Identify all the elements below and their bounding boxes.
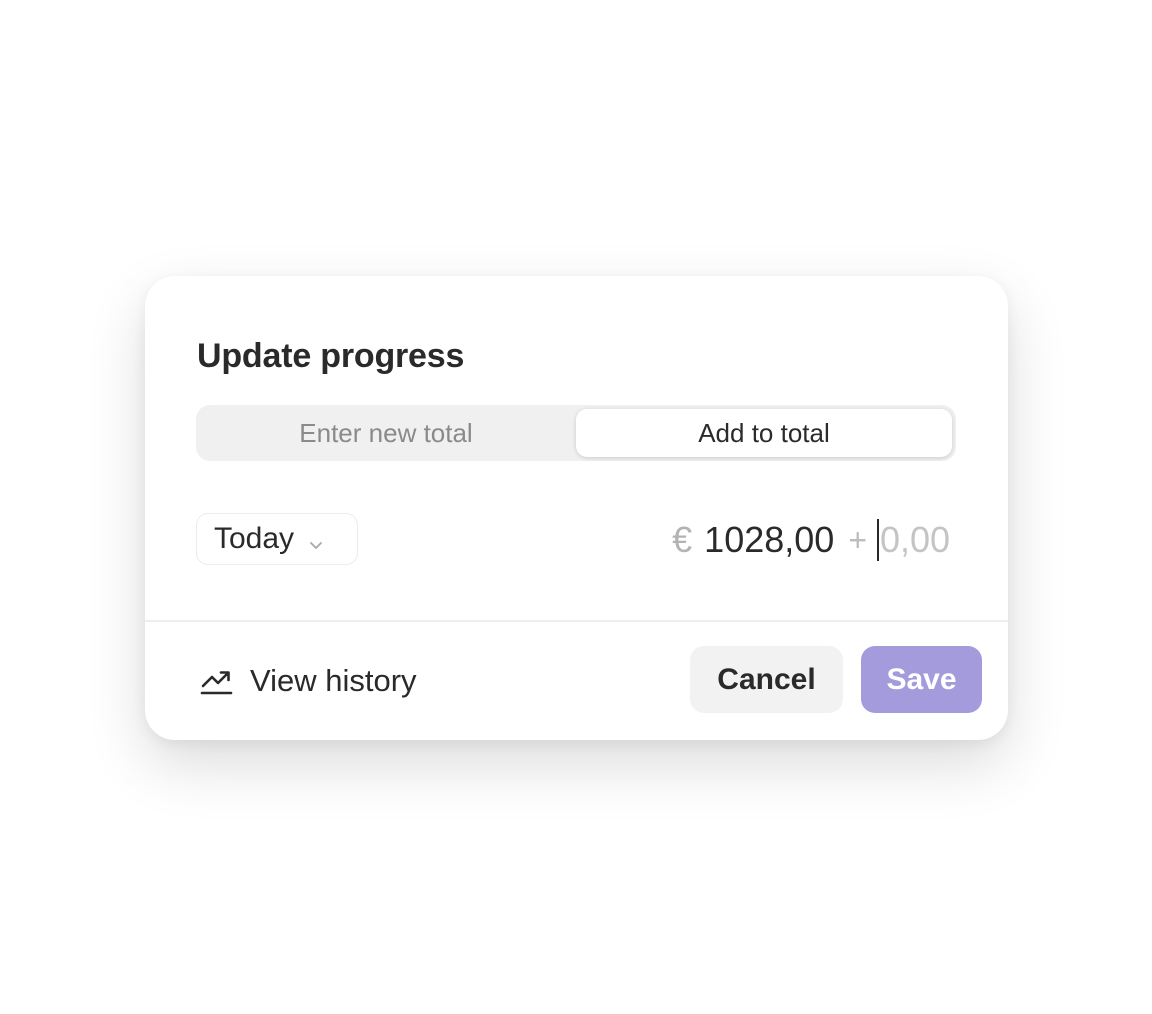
footer-divider: [145, 620, 1008, 622]
plus-operator: +: [848, 521, 867, 558]
text-caret: [877, 519, 879, 561]
update-progress-dialog: Update progress Enter new total Add to t…: [145, 276, 1008, 740]
currency-symbol: €: [672, 519, 693, 560]
view-history-link[interactable]: View history: [200, 661, 417, 701]
mode-segmented-control: Enter new total Add to total: [196, 405, 956, 461]
save-button[interactable]: Save: [861, 646, 982, 713]
cancel-button[interactable]: Cancel: [690, 646, 843, 713]
chevron-down-icon: [306, 529, 326, 549]
add-amount-input[interactable]: [880, 519, 954, 561]
tab-enter-new-total[interactable]: Enter new total: [200, 409, 572, 457]
current-total-value: 1028,00: [704, 519, 835, 560]
date-select[interactable]: Today: [196, 513, 358, 565]
amount-row: € 1028,00 +: [672, 516, 954, 564]
view-history-label: View history: [250, 663, 417, 698]
trending-up-icon: [200, 666, 234, 696]
date-select-value: Today: [214, 522, 295, 555]
tab-add-to-total[interactable]: Add to total: [576, 409, 952, 457]
dialog-title: Update progress: [197, 337, 465, 375]
